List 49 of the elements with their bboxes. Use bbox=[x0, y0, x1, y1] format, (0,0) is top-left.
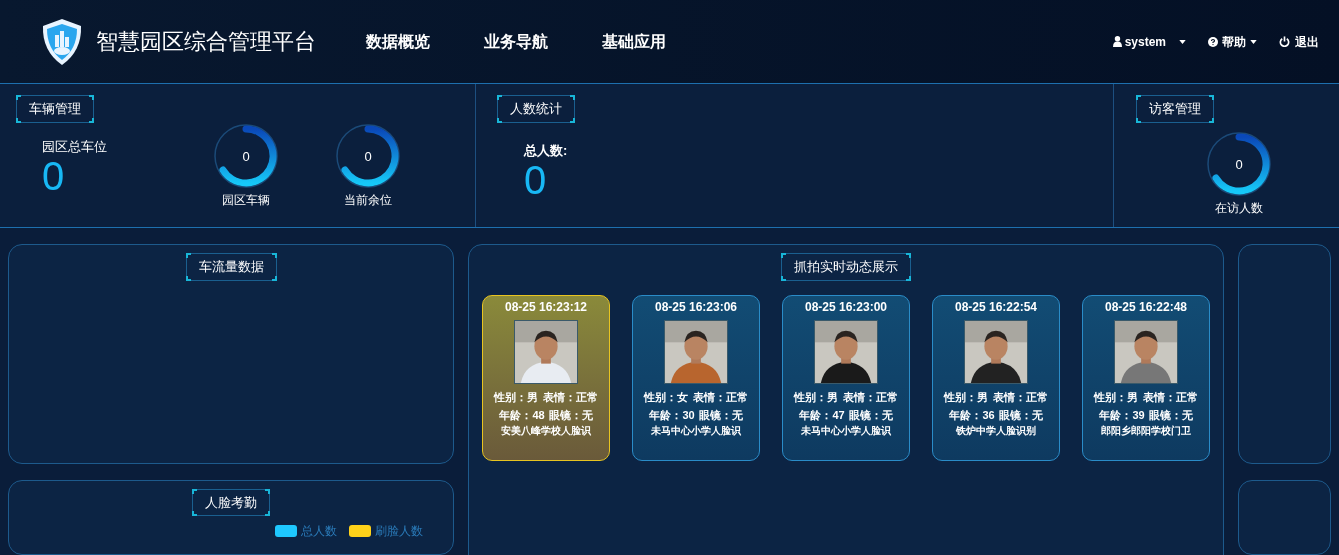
capture-info: 性别：女 表情：正常 年龄：30 眼镜：无 未马中心小学人脸识 bbox=[642, 389, 749, 438]
power-icon bbox=[1279, 36, 1290, 47]
capture-time: 08-25 16:23:00 bbox=[804, 298, 888, 316]
capture-card[interactable]: 08-25 16:22:48 性别：男 表情：正常 年龄：39 眼镜：无 郎阳乡郎阳学校门卫 bbox=[1082, 294, 1210, 461]
gauge-label: 在访人数 bbox=[1215, 199, 1263, 217]
ring-gauge bbox=[1206, 130, 1272, 197]
capture-time: 08-25 16:23:06 bbox=[654, 298, 738, 316]
capture-card[interactable]: 08-25 16:23:06 性别：女 表情：正常 年龄：30 眼镜：无 未马中心小学人脸识 bbox=[632, 294, 760, 461]
section-title: 车流量数据 bbox=[185, 253, 277, 281]
capture-card[interactable]: 08-25 16:23:00 性别：男 表情：正常 年龄：47 眼镜：无 未马中心小学人脸识 bbox=[782, 294, 910, 461]
nav-link[interactable]: 数据概览 bbox=[366, 29, 430, 54]
gauge-value: 0 bbox=[1235, 156, 1243, 171]
stat-label: 园区总车位 bbox=[42, 137, 108, 156]
help-menu[interactable]: 帮助 bbox=[1208, 32, 1257, 51]
stat-value: 0 bbox=[524, 160, 548, 200]
gauge-label: 园区车辆 bbox=[222, 191, 270, 209]
section-title: 访客管理 bbox=[1136, 95, 1214, 123]
capture-card[interactable]: 08-25 16:22:54 性别：男 表情：正常 年龄：36 眼镜：无 铁炉中学人脸识别 bbox=[932, 294, 1060, 461]
section-title: 人脸考勤 bbox=[192, 488, 270, 517]
nav-link[interactable]: 基础应用 bbox=[602, 29, 666, 54]
section-title: 人数统计 bbox=[497, 95, 575, 123]
capture-time: 08-25 16:22:48 bbox=[1104, 298, 1188, 316]
ring-gauge bbox=[213, 122, 279, 189]
stat-label: 总人数: bbox=[524, 141, 569, 160]
capture-info: 性别：男 表情：正常 年龄：36 眼镜：无 铁炉中学人脸识别 bbox=[942, 389, 1049, 438]
gauge-value: 0 bbox=[242, 148, 250, 163]
capture-time: 08-25 16:22:54 bbox=[954, 298, 1038, 316]
capture-info: 性别：男 表情：正常 年龄：47 眼镜：无 未马中心小学人脸识 bbox=[792, 389, 899, 438]
ring-gauge bbox=[335, 122, 401, 189]
app-title: 智慧园区综合管理平台 bbox=[96, 28, 316, 56]
gauge-value: 0 bbox=[364, 148, 372, 163]
capture-card[interactable]: 08-25 16:23:12 性别：男 表情：正常 年龄：48 眼镜：无 安美八峰学校人脸识 bbox=[482, 294, 610, 461]
legend-label: 总人数 bbox=[301, 523, 337, 541]
section-title: 抓拍实时动态展示 bbox=[781, 253, 911, 281]
legend-label: 刷脸人数 bbox=[375, 523, 423, 541]
capture-time: 08-25 16:23:12 bbox=[504, 298, 588, 316]
caret-icon bbox=[1250, 39, 1257, 44]
section-title: 车辆管理 bbox=[16, 95, 94, 123]
nav-link[interactable]: 业务导航 bbox=[484, 29, 548, 54]
user-menu[interactable]: system bbox=[1112, 32, 1186, 51]
user-icon bbox=[1112, 36, 1122, 47]
caret-icon bbox=[1179, 39, 1186, 44]
stat-value: 0 bbox=[42, 156, 66, 196]
capture-info: 性别：男 表情：正常 年龄：39 眼镜：无 郎阳乡郎阳学校门卫 bbox=[1092, 389, 1199, 438]
gauge-label: 当前余位 bbox=[344, 191, 392, 209]
help-icon bbox=[1208, 36, 1218, 47]
capture-info: 性别：男 表情：正常 年龄：48 眼镜：无 安美八峰学校人脸识 bbox=[492, 389, 599, 438]
shield-logo-icon bbox=[40, 16, 84, 67]
logout-button[interactable]: 退出 bbox=[1279, 32, 1319, 51]
